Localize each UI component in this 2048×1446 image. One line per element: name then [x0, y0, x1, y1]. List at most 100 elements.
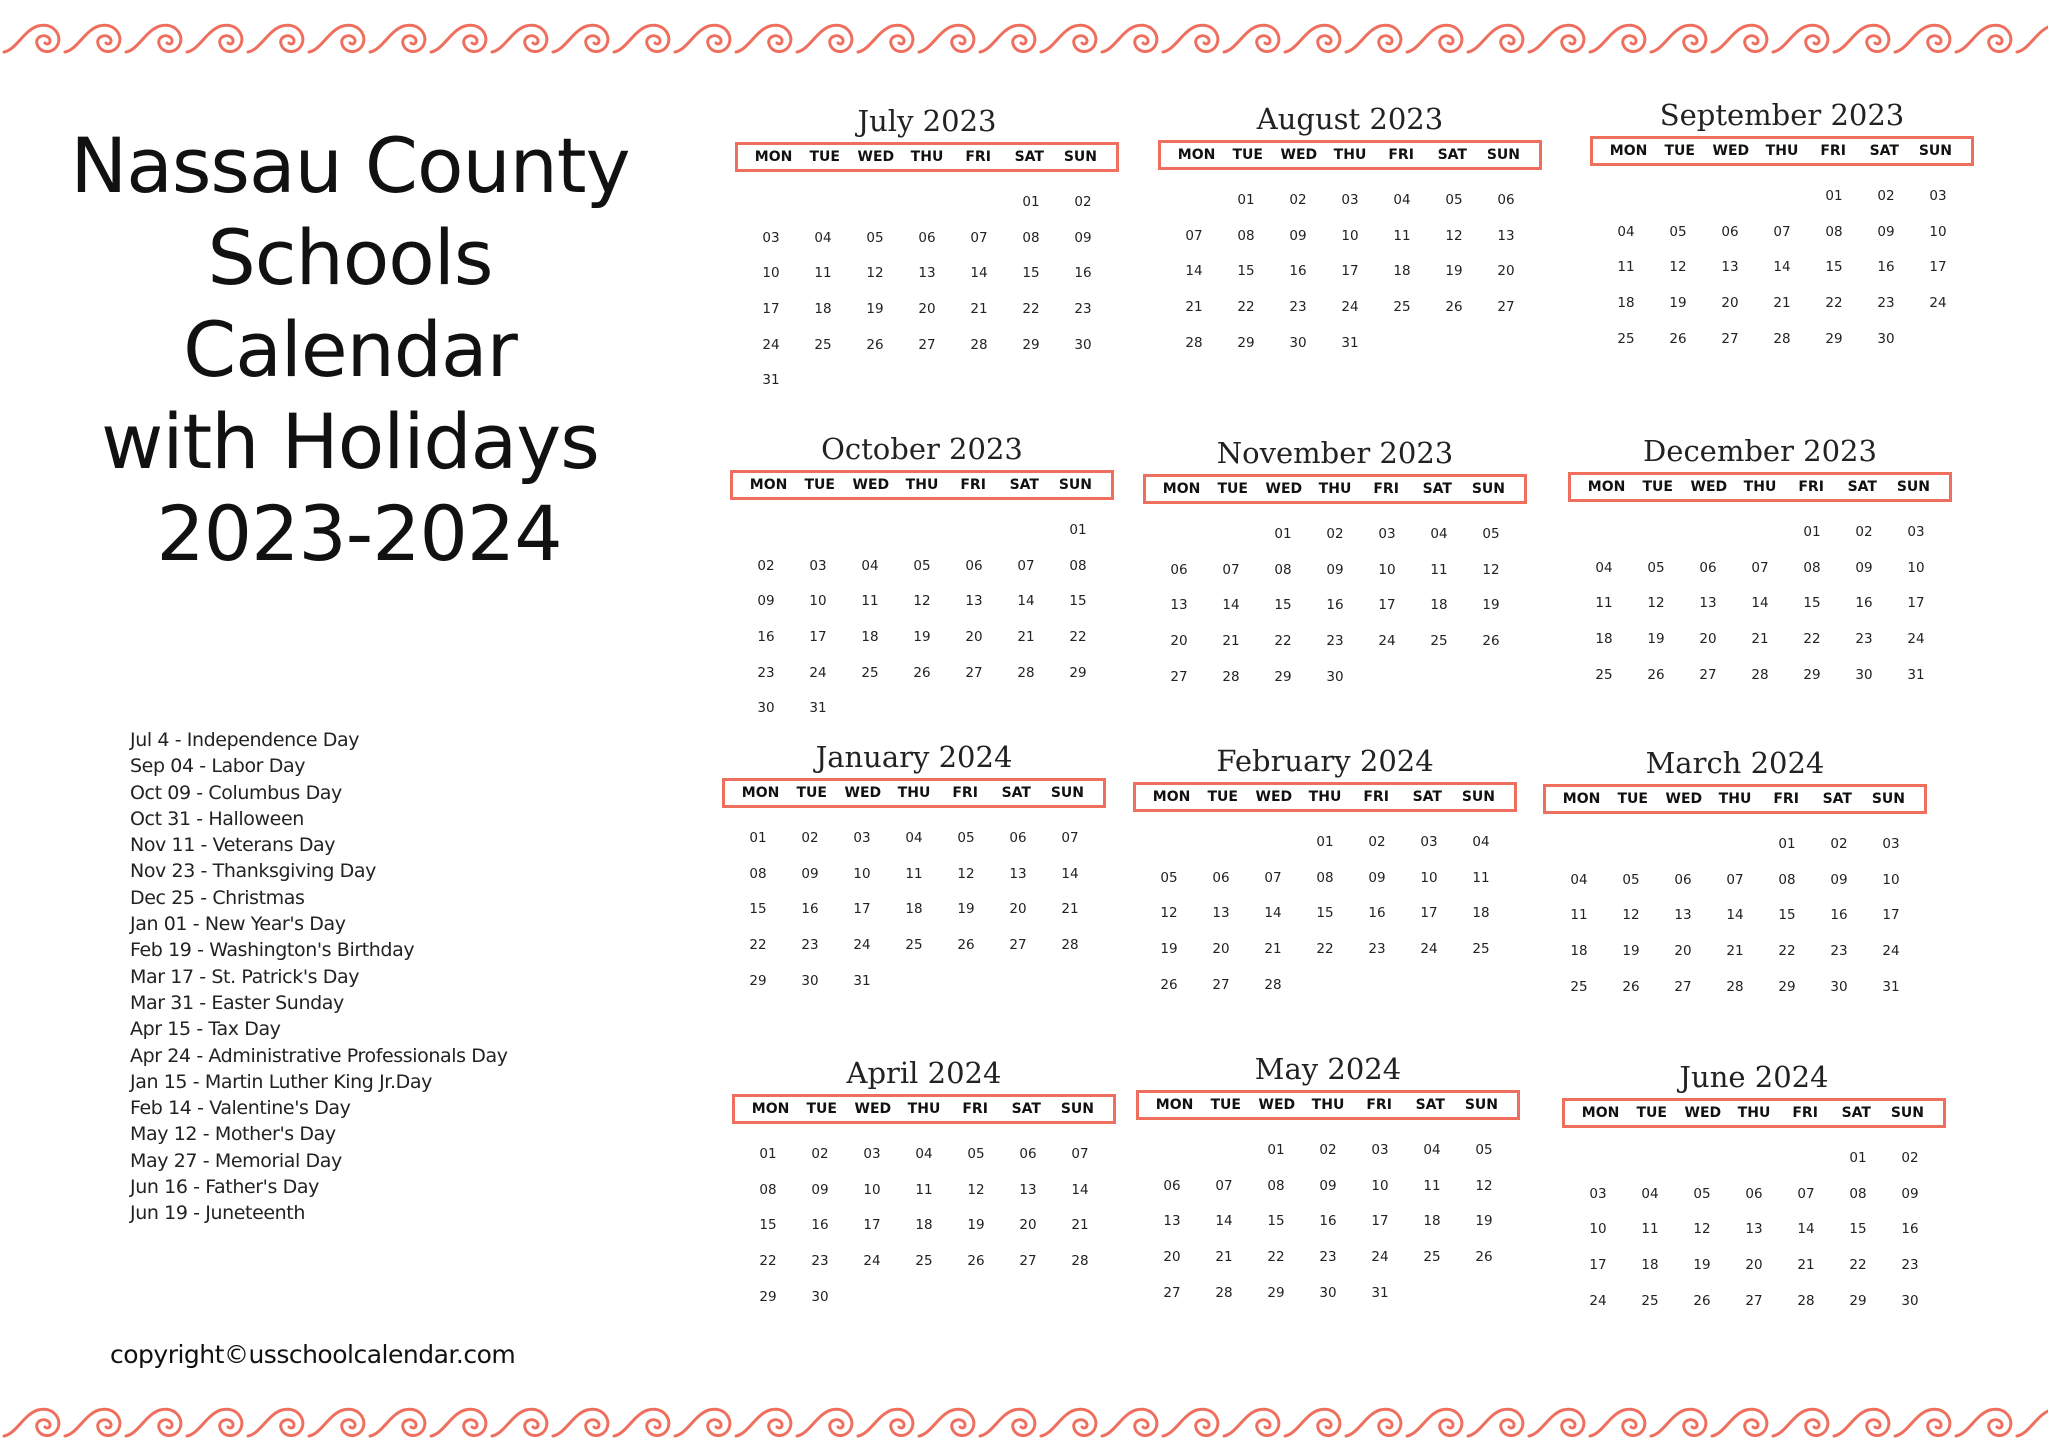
day-cell: 11 — [1423, 1177, 1441, 1194]
day-cell: 13 — [1009, 865, 1027, 882]
day-cell: 09 — [1901, 1185, 1919, 1202]
day-cell: 25 — [1393, 299, 1411, 316]
day-cell: 01 — [1849, 1150, 1867, 1166]
day-cell: 31 — [1907, 666, 1925, 683]
day-cell: 31 — [1882, 978, 1900, 995]
day-cell: 25 — [1570, 978, 1588, 995]
day-cell: 10 — [809, 593, 827, 610]
day-cell: 11 — [1595, 595, 1613, 612]
day-cell: 01 — [1803, 524, 1821, 540]
day-cell: 21 — [1071, 1217, 1089, 1234]
weekday-label: SUN — [1050, 785, 1084, 801]
day-cell: 03 — [1420, 834, 1438, 850]
day-cell: 30 — [757, 700, 775, 717]
day-cell: 21 — [1222, 633, 1240, 650]
day-cell: 05 — [1622, 871, 1640, 888]
day-cell: 09 — [1326, 561, 1344, 578]
day-cell: 30 — [1877, 330, 1895, 347]
empty-cell — [745, 185, 797, 221]
day-cell: 24 — [762, 336, 780, 353]
day-cell: 28 — [1215, 1284, 1233, 1301]
day-cell: 02 — [811, 1146, 829, 1162]
empty-cell — [1553, 827, 1605, 863]
day-cell: 29 — [1778, 978, 1796, 995]
day-cell: 06 — [1674, 871, 1692, 888]
day-cell: 28 — [1773, 330, 1791, 347]
weekday-label: MON — [749, 477, 788, 493]
day-cell: 26 — [1445, 299, 1463, 316]
weekday-label: THU — [1737, 1105, 1771, 1121]
holiday-item: Jun 19 - Juneteenth — [130, 1202, 305, 1225]
day-cell: 16 — [1368, 905, 1386, 922]
day-cell: 27 — [1170, 668, 1188, 685]
day-cell: 19 — [1647, 631, 1665, 648]
day-cell: 28 — [1185, 334, 1203, 351]
weekday-label: MON — [1177, 147, 1216, 163]
day-cell: 13 — [1170, 597, 1188, 614]
day-cell: 25 — [905, 937, 923, 954]
day-cell: 01 — [1237, 192, 1255, 208]
day-cell: 20 — [965, 629, 983, 646]
day-cell: 22 — [1803, 631, 1821, 648]
day-cell: 04 — [861, 557, 879, 574]
day-cell: 19 — [1160, 941, 1178, 958]
day-cell: 26 — [957, 937, 975, 954]
day-cell: 23 — [1855, 631, 1873, 648]
day-cell: 17 — [863, 1217, 881, 1234]
day-cell: 09 — [1877, 223, 1895, 240]
month-calendar: May 2024 MON TUE WED THU FRI SAT SUN 01 02 03 04 05 0… — [1136, 1048, 1520, 1311]
day-cell: 06 — [1497, 192, 1515, 208]
day-cell: 28 — [1264, 976, 1282, 993]
empty-cell — [1728, 1141, 1780, 1177]
day-cell: 21 — [1017, 629, 1035, 646]
day-cell: 18 — [1472, 905, 1490, 922]
empty-cell — [1734, 515, 1786, 551]
day-cell: 03 — [1929, 188, 1947, 204]
empty-cell — [1578, 515, 1630, 551]
day-cell: 20 — [1699, 631, 1717, 648]
day-cell: 09 — [757, 593, 775, 610]
day-cell: 10 — [853, 865, 871, 882]
day-cell: 08 — [1803, 559, 1821, 576]
empty-cell — [1247, 825, 1299, 861]
day-cell: 12 — [1622, 907, 1640, 924]
day-cell: 29 — [1267, 1284, 1285, 1301]
empty-cell — [1205, 517, 1257, 553]
weekday-label: FRI — [965, 149, 991, 165]
holiday-item: Apr 15 - Tax Day — [130, 1018, 281, 1041]
month-calendar: December 2023 MON TUE WED THU FRI SAT SUN 01 02 03… — [1568, 430, 1952, 693]
day-cell: 03 — [1882, 836, 1900, 852]
holiday-item: Sep 04 - Labor Day — [130, 755, 306, 778]
weekday-header: MON TUE WED THU FRI SAT SUN — [732, 1094, 1116, 1124]
day-cell: 13 — [965, 593, 983, 610]
day-cell: 25 — [1641, 1292, 1659, 1309]
day-cell: 18 — [915, 1217, 933, 1234]
day-cell: 03 — [1589, 1185, 1607, 1202]
day-cell: 06 — [1745, 1185, 1763, 1202]
day-cell: 20 — [1674, 943, 1692, 960]
day-cell: 02 — [1855, 524, 1873, 540]
holiday-item: Oct 09 - Columbus Day — [130, 781, 342, 804]
day-cell: 23 — [801, 937, 819, 954]
day-cell: 09 — [1368, 869, 1386, 886]
day-cell: 12 — [957, 865, 975, 882]
day-grid: 01 02 03 04 05 06 07 08 09 10 11 12 13 14 15 16 17 18 19 20… — [1562, 1141, 1946, 1319]
weekday-header: MON TUE WED THU FRI SAT SUN — [735, 142, 1119, 172]
holiday-item: Mar 17 - St. Patrick's Day — [130, 965, 360, 988]
day-cell: 21 — [970, 301, 988, 318]
weekday-label: FRI — [1773, 791, 1799, 807]
day-cell: 08 — [1316, 869, 1334, 886]
day-cell: 01 — [1274, 526, 1292, 542]
day-cell: 07 — [1797, 1185, 1815, 1202]
weekday-label: WED — [854, 1101, 892, 1117]
weekday-label: SAT — [1011, 1101, 1041, 1117]
weekday-label: THU — [1765, 143, 1799, 159]
day-cell: 07 — [1773, 223, 1791, 240]
day-cell: 04 — [1423, 1142, 1441, 1158]
day-cell: 18 — [905, 901, 923, 918]
day-cell: 27 — [1009, 937, 1027, 954]
holiday-item: Nov 23 - Thanksgiving Day — [130, 860, 376, 883]
day-cell: 07 — [1222, 561, 1240, 578]
month-title: September 2023 — [1659, 98, 1905, 132]
day-cell: 24 — [1371, 1249, 1389, 1266]
